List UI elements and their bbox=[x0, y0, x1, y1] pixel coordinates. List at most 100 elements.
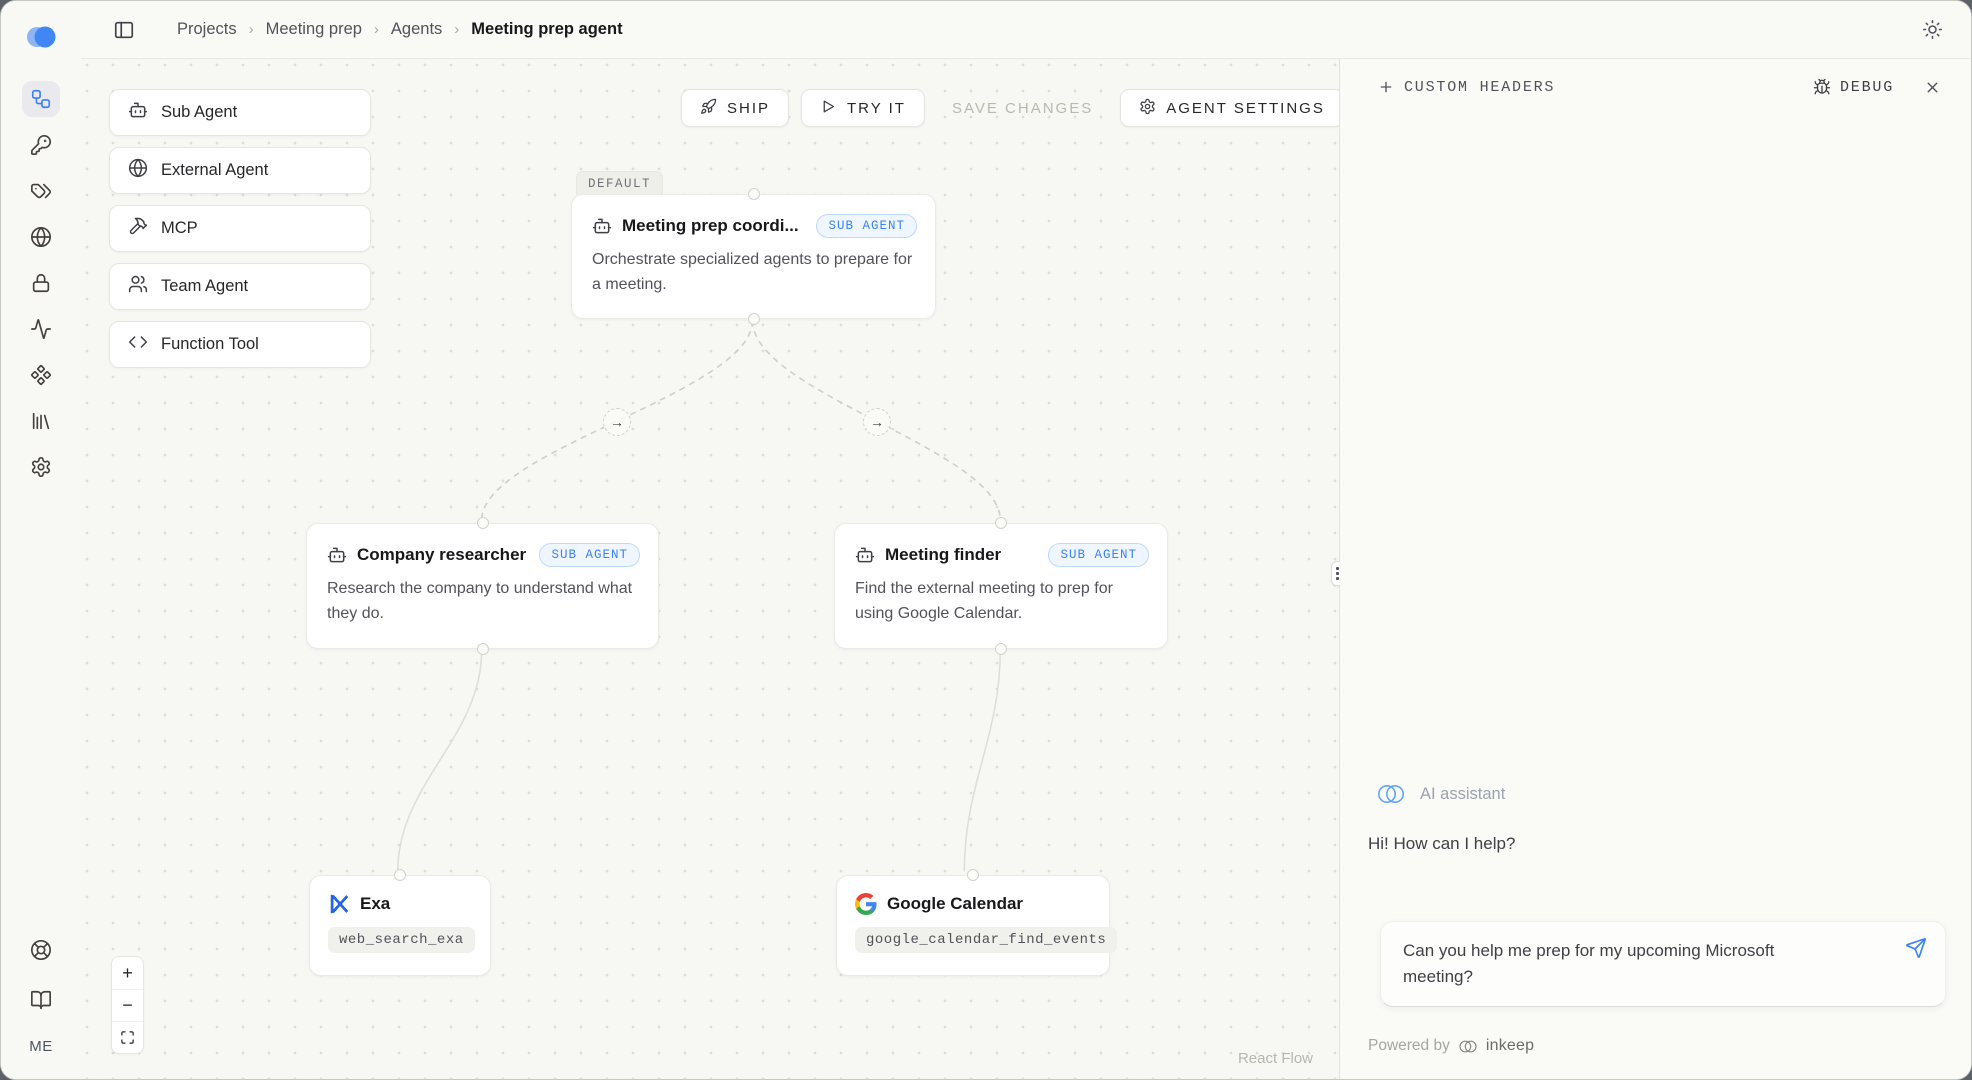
flow-canvas[interactable]: → → Sub Agent External Agent MCP bbox=[81, 59, 1339, 1079]
sub-agent-badge: SUB AGENT bbox=[1048, 543, 1149, 567]
chat-input-value: Can you help me prep for my upcoming Mic… bbox=[1403, 938, 1843, 991]
agent-settings-label: AGENT SETTINGS bbox=[1166, 100, 1325, 117]
breadcrumb-projects[interactable]: Projects bbox=[177, 20, 237, 39]
bot-icon bbox=[592, 216, 612, 236]
powered-by-label: Powered by bbox=[1368, 1037, 1450, 1055]
rail-item-api-keys-icon[interactable] bbox=[22, 127, 60, 163]
rocket-icon bbox=[700, 98, 717, 119]
topbar: Projects › Meeting prep › Agents › Meeti… bbox=[81, 1, 1971, 59]
bug-icon bbox=[1813, 78, 1831, 96]
debug-button[interactable]: DEBUG bbox=[1813, 78, 1894, 96]
node-company-researcher[interactable]: Company researcher SUB AGENT Research th… bbox=[306, 523, 659, 649]
node-handle[interactable] bbox=[477, 517, 489, 529]
try-it-button[interactable]: TRY IT bbox=[801, 89, 925, 127]
node-handle[interactable] bbox=[477, 643, 489, 655]
app-window: ME Projects › Meeting prep › Agents › Me… bbox=[0, 0, 1972, 1080]
bot-icon bbox=[327, 545, 347, 565]
globe-icon bbox=[128, 158, 148, 183]
rail-item-settings-icon[interactable] bbox=[22, 449, 60, 485]
plus-icon bbox=[1378, 79, 1394, 95]
custom-headers-label: CUSTOM HEADERS bbox=[1404, 79, 1555, 96]
inkeep-logo-icon bbox=[24, 23, 58, 51]
code-icon bbox=[128, 332, 148, 357]
agent-settings-button[interactable]: AGENT SETTINGS bbox=[1120, 89, 1344, 127]
default-agent-tag: DEFAULT bbox=[576, 171, 663, 195]
rail-item-graph-icon[interactable] bbox=[22, 81, 60, 117]
breadcrumb: Projects › Meeting prep › Agents › Meeti… bbox=[177, 20, 623, 39]
react-flow-attribution: React Flow bbox=[1238, 1050, 1313, 1067]
node-title: Meeting prep coordi... bbox=[622, 216, 799, 236]
sub-agent-badge: SUB AGENT bbox=[816, 214, 917, 238]
close-icon[interactable] bbox=[1924, 79, 1941, 96]
node-meeting-prep-coordinator[interactable]: Meeting prep coordi... SUB AGENT Orchest… bbox=[571, 194, 936, 319]
edge-arrow-icon: → bbox=[603, 408, 631, 436]
inkeep-mark-icon bbox=[1458, 1038, 1478, 1055]
palette-item-label: Function Tool bbox=[161, 335, 259, 354]
node-handle[interactable] bbox=[748, 188, 760, 200]
node-handle[interactable] bbox=[394, 869, 406, 881]
assistant-header: AI assistant bbox=[1376, 781, 1505, 807]
google-logo-icon bbox=[855, 893, 877, 915]
edge-arrow-icon: → bbox=[863, 408, 891, 436]
save-changes-label: SAVE CHANGES bbox=[952, 100, 1093, 117]
rail-item-credentials-icon[interactable] bbox=[22, 173, 60, 209]
assistant-name: AI assistant bbox=[1420, 785, 1505, 804]
node-description: Orchestrate specialized agents to prepar… bbox=[572, 244, 935, 298]
try-it-label: TRY IT bbox=[847, 100, 906, 117]
node-handle[interactable] bbox=[995, 643, 1007, 655]
canvas-toolbar: SHIP TRY IT SAVE CHANGES AGENT SETTINGS bbox=[681, 89, 1344, 127]
tool-id-tag: google_calendar_find_events bbox=[855, 927, 1117, 953]
breadcrumb-project-name[interactable]: Meeting prep bbox=[266, 20, 362, 39]
node-title: Exa bbox=[360, 894, 390, 914]
save-changes-button[interactable]: SAVE CHANGES bbox=[937, 89, 1108, 127]
chat-input[interactable]: Can you help me prep for my upcoming Mic… bbox=[1380, 921, 1946, 1007]
palette-item-label: Sub Agent bbox=[161, 103, 237, 122]
palette-mcp[interactable]: MCP bbox=[109, 205, 371, 252]
node-tool-google-calendar[interactable]: Google Calendar google_calendar_find_eve… bbox=[836, 875, 1110, 976]
inkeep-brand[interactable]: inkeep bbox=[1486, 1037, 1534, 1055]
node-handle[interactable] bbox=[995, 517, 1007, 529]
ship-button[interactable]: SHIP bbox=[681, 89, 789, 127]
breadcrumb-current-agent: Meeting prep agent bbox=[471, 20, 622, 39]
exa-logo-icon bbox=[328, 893, 350, 915]
node-description: Research the company to understand what … bbox=[307, 573, 658, 627]
sidebar-toggle-icon[interactable] bbox=[113, 19, 135, 41]
bot-icon bbox=[128, 100, 148, 125]
rail-item-network-icon[interactable] bbox=[22, 219, 60, 255]
palette-team-agent[interactable]: Team Agent bbox=[109, 263, 371, 310]
fit-view-button[interactable] bbox=[112, 1021, 143, 1053]
powered-by: Powered by inkeep bbox=[1368, 1037, 1534, 1055]
palette-item-label: MCP bbox=[161, 219, 198, 238]
assistant-greeting: Hi! How can I help? bbox=[1368, 834, 1515, 854]
play-icon bbox=[820, 98, 837, 119]
add-custom-headers-button[interactable]: CUSTOM HEADERS bbox=[1378, 79, 1555, 96]
palette-sub-agent[interactable]: Sub Agent bbox=[109, 89, 371, 136]
docs-icon[interactable] bbox=[22, 982, 60, 1018]
node-description: Find the external meeting to prep for us… bbox=[835, 573, 1167, 627]
rail-item-security-icon[interactable] bbox=[22, 265, 60, 301]
node-handle[interactable] bbox=[748, 313, 760, 325]
palette-external-agent[interactable]: External Agent bbox=[109, 147, 371, 194]
node-title: Company researcher bbox=[357, 545, 526, 565]
rail-item-library-icon[interactable] bbox=[22, 403, 60, 439]
breadcrumb-separator: › bbox=[374, 21, 379, 38]
breadcrumb-separator: › bbox=[454, 21, 459, 38]
palette-function-tool[interactable]: Function Tool bbox=[109, 321, 371, 368]
theme-toggle-sun-icon[interactable] bbox=[1922, 19, 1943, 40]
node-meeting-finder[interactable]: Meeting finder SUB AGENT Find the extern… bbox=[834, 523, 1168, 649]
breadcrumb-agents[interactable]: Agents bbox=[391, 20, 442, 39]
zoom-in-button[interactable]: + bbox=[112, 957, 143, 989]
hammer-icon bbox=[128, 216, 148, 241]
rail-item-components-icon[interactable] bbox=[22, 357, 60, 393]
zoom-out-button[interactable]: − bbox=[112, 989, 143, 1021]
user-avatar[interactable]: ME bbox=[29, 1032, 53, 1061]
node-handle[interactable] bbox=[967, 869, 979, 881]
help-icon[interactable] bbox=[22, 932, 60, 968]
bot-icon bbox=[855, 545, 875, 565]
inkeep-assistant-logo-icon bbox=[1376, 781, 1406, 807]
send-icon[interactable] bbox=[1905, 937, 1927, 959]
debug-label: DEBUG bbox=[1840, 79, 1894, 96]
debug-panel: CUSTOM HEADERS DEBUG AI assistant Hi! Ho… bbox=[1340, 59, 1971, 1079]
rail-item-activity-icon[interactable] bbox=[22, 311, 60, 347]
node-tool-exa[interactable]: Exa web_search_exa bbox=[309, 875, 491, 976]
